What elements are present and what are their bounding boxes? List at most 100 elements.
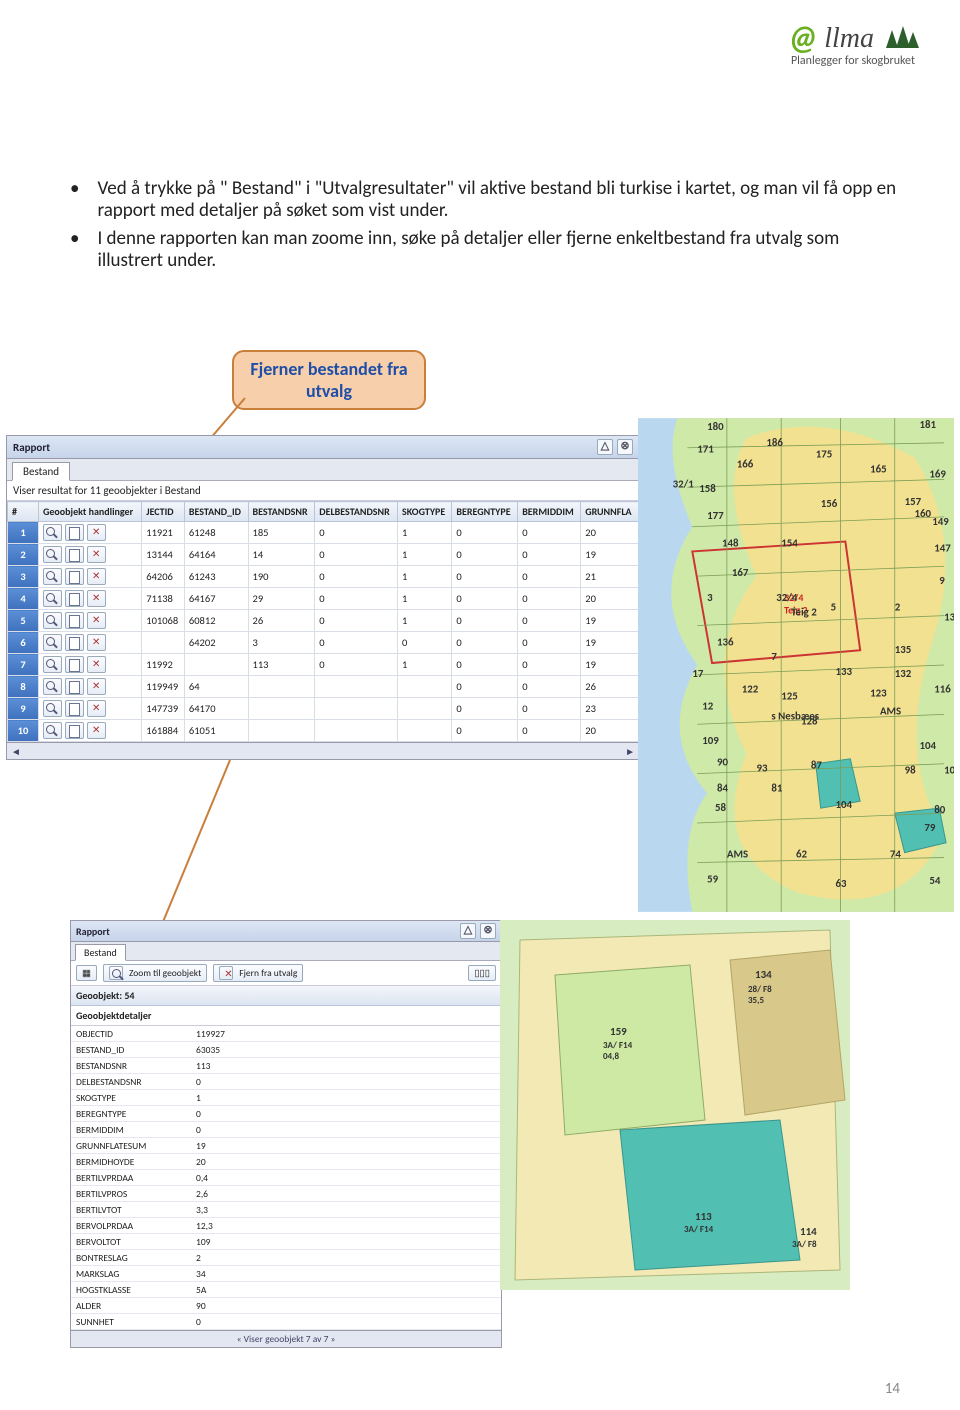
- svg-text:136: 136: [717, 635, 734, 648]
- remove-icon[interactable]: [87, 612, 106, 629]
- remove-icon[interactable]: [87, 568, 106, 585]
- cell: 19: [581, 632, 639, 654]
- column-header[interactable]: DELBESTANDSNR: [315, 502, 398, 522]
- column-header[interactable]: BESTAND_ID: [184, 502, 248, 522]
- detail-icon[interactable]: [65, 656, 84, 673]
- cell: 0: [452, 610, 518, 632]
- detail-pager[interactable]: « Viser geoobjekt 7 av 7 »: [71, 1330, 501, 1347]
- field-value: 2,6: [191, 1186, 501, 1202]
- svg-text:109: 109: [702, 734, 719, 747]
- field-value: 5A: [191, 1282, 501, 1298]
- zoom-icon[interactable]: [43, 590, 62, 607]
- cell: 1: [398, 654, 452, 676]
- detail-icon[interactable]: [65, 568, 84, 585]
- zoom-icon[interactable]: [43, 524, 62, 541]
- remove-icon[interactable]: [87, 634, 106, 651]
- zoom-icon[interactable]: [43, 656, 62, 673]
- map-overview[interactable]: 32/4 Teig 2 1801811711861751661651691583…: [638, 415, 954, 915]
- column-header[interactable]: GRUNNFLA: [581, 502, 639, 522]
- cell: 64170: [184, 698, 248, 720]
- cell: [248, 698, 315, 720]
- zoom-icon[interactable]: [43, 700, 62, 717]
- minimize-icon[interactable]: △: [460, 923, 476, 939]
- remove-icon[interactable]: [87, 700, 106, 717]
- detail-icon[interactable]: [65, 612, 84, 629]
- map-detail[interactable]: 134 28/ F8 35,5 159 3A/ F14 04,8 113 3A/…: [500, 920, 850, 1290]
- minimize-icon[interactable]: △: [597, 439, 613, 455]
- table-row[interactable]: 711992113010019: [8, 654, 639, 676]
- detail-row: BERTILVPROS2,6: [71, 1186, 501, 1202]
- zoom-icon[interactable]: [43, 722, 62, 739]
- table-row[interactable]: 11192161248185010020: [8, 522, 639, 544]
- zoom-icon[interactable]: [43, 568, 62, 585]
- svg-text:180: 180: [707, 420, 724, 433]
- tab-bestand[interactable]: Bestand: [75, 944, 126, 961]
- tab-bestand[interactable]: Bestand: [12, 462, 70, 481]
- cell: 29: [248, 588, 315, 610]
- cell: 26: [581, 676, 639, 698]
- zoom-icon[interactable]: [43, 612, 62, 629]
- scroll-bar[interactable]: ◄►: [7, 742, 639, 759]
- remove-icon[interactable]: [87, 722, 106, 739]
- cell: 0: [518, 522, 581, 544]
- column-header[interactable]: #: [8, 502, 39, 522]
- cell: [315, 698, 398, 720]
- detail-row: SUNNHET0: [71, 1314, 501, 1330]
- cell: 1: [398, 610, 452, 632]
- column-header[interactable]: SKOGTYPE: [398, 502, 452, 522]
- cell: 1: [398, 588, 452, 610]
- table-row[interactable]: 6642023000019: [8, 632, 639, 654]
- table-row[interactable]: 36420661243190010021: [8, 566, 639, 588]
- close-icon[interactable]: ⊗: [617, 439, 633, 455]
- detail-icon[interactable]: [65, 546, 84, 563]
- row-number: 3: [8, 566, 39, 588]
- cell: 185: [248, 522, 315, 544]
- table-row[interactable]: 2131446416414010019: [8, 544, 639, 566]
- field-name: BERMIDHOYDE: [71, 1154, 191, 1170]
- svg-text:181: 181: [919, 418, 936, 431]
- detail-icon[interactable]: [65, 722, 84, 739]
- field-name: BESTANDSNR: [71, 1058, 191, 1074]
- column-header[interactable]: BESTANDSNR: [248, 502, 315, 522]
- table-row[interactable]: 8119949640026: [8, 676, 639, 698]
- remove-button[interactable]: Fjern fra utvalg: [213, 964, 303, 982]
- remove-icon[interactable]: [87, 656, 106, 673]
- svg-text:80: 80: [934, 803, 946, 816]
- zoom-icon[interactable]: [43, 678, 62, 695]
- detail-icon[interactable]: [65, 524, 84, 541]
- close-icon[interactable]: ⊗: [480, 923, 496, 939]
- remove-icon[interactable]: [87, 546, 106, 563]
- pager-button[interactable]: ▯▯▯: [468, 965, 496, 981]
- cell: [142, 632, 185, 654]
- remove-icon[interactable]: [87, 590, 106, 607]
- table-row[interactable]: 10161884610510020: [8, 720, 639, 742]
- detail-icon[interactable]: [65, 678, 84, 695]
- table-row[interactable]: 4711386416729010020: [8, 588, 639, 610]
- field-value: 12,3: [191, 1218, 501, 1234]
- detail-icon[interactable]: [65, 700, 84, 717]
- column-header[interactable]: JECTID: [142, 502, 185, 522]
- column-header[interactable]: BEREGNTYPE: [452, 502, 518, 522]
- column-header[interactable]: BERMIDDIM: [518, 502, 581, 522]
- remove-icon[interactable]: [87, 678, 106, 695]
- table-row[interactable]: 9147739641700023: [8, 698, 639, 720]
- panel-titlebar: Rapport △ ⊗: [7, 436, 639, 459]
- cell: 13144: [142, 544, 185, 566]
- cell: 61248: [184, 522, 248, 544]
- field-name: DELBESTANDSNR: [71, 1074, 191, 1090]
- remove-icon[interactable]: [87, 524, 106, 541]
- detail-icon[interactable]: [65, 590, 84, 607]
- zoom-icon[interactable]: [43, 546, 62, 563]
- column-header[interactable]: Geoobjekt handlinger: [39, 502, 142, 522]
- table-row[interactable]: 51010686081226010019: [8, 610, 639, 632]
- grid-toggle-button[interactable]: ▦: [76, 965, 97, 981]
- cell: 0: [315, 610, 398, 632]
- detail-row: DELBESTANDSNR0: [71, 1074, 501, 1090]
- svg-text:177: 177: [707, 509, 724, 522]
- field-value: 0: [191, 1074, 501, 1090]
- cell: 119949: [142, 676, 185, 698]
- cell: 113: [248, 654, 315, 676]
- zoom-icon[interactable]: [43, 634, 62, 651]
- detail-icon[interactable]: [65, 634, 84, 651]
- zoom-to-button[interactable]: Zoom til geoobjekt: [103, 964, 207, 982]
